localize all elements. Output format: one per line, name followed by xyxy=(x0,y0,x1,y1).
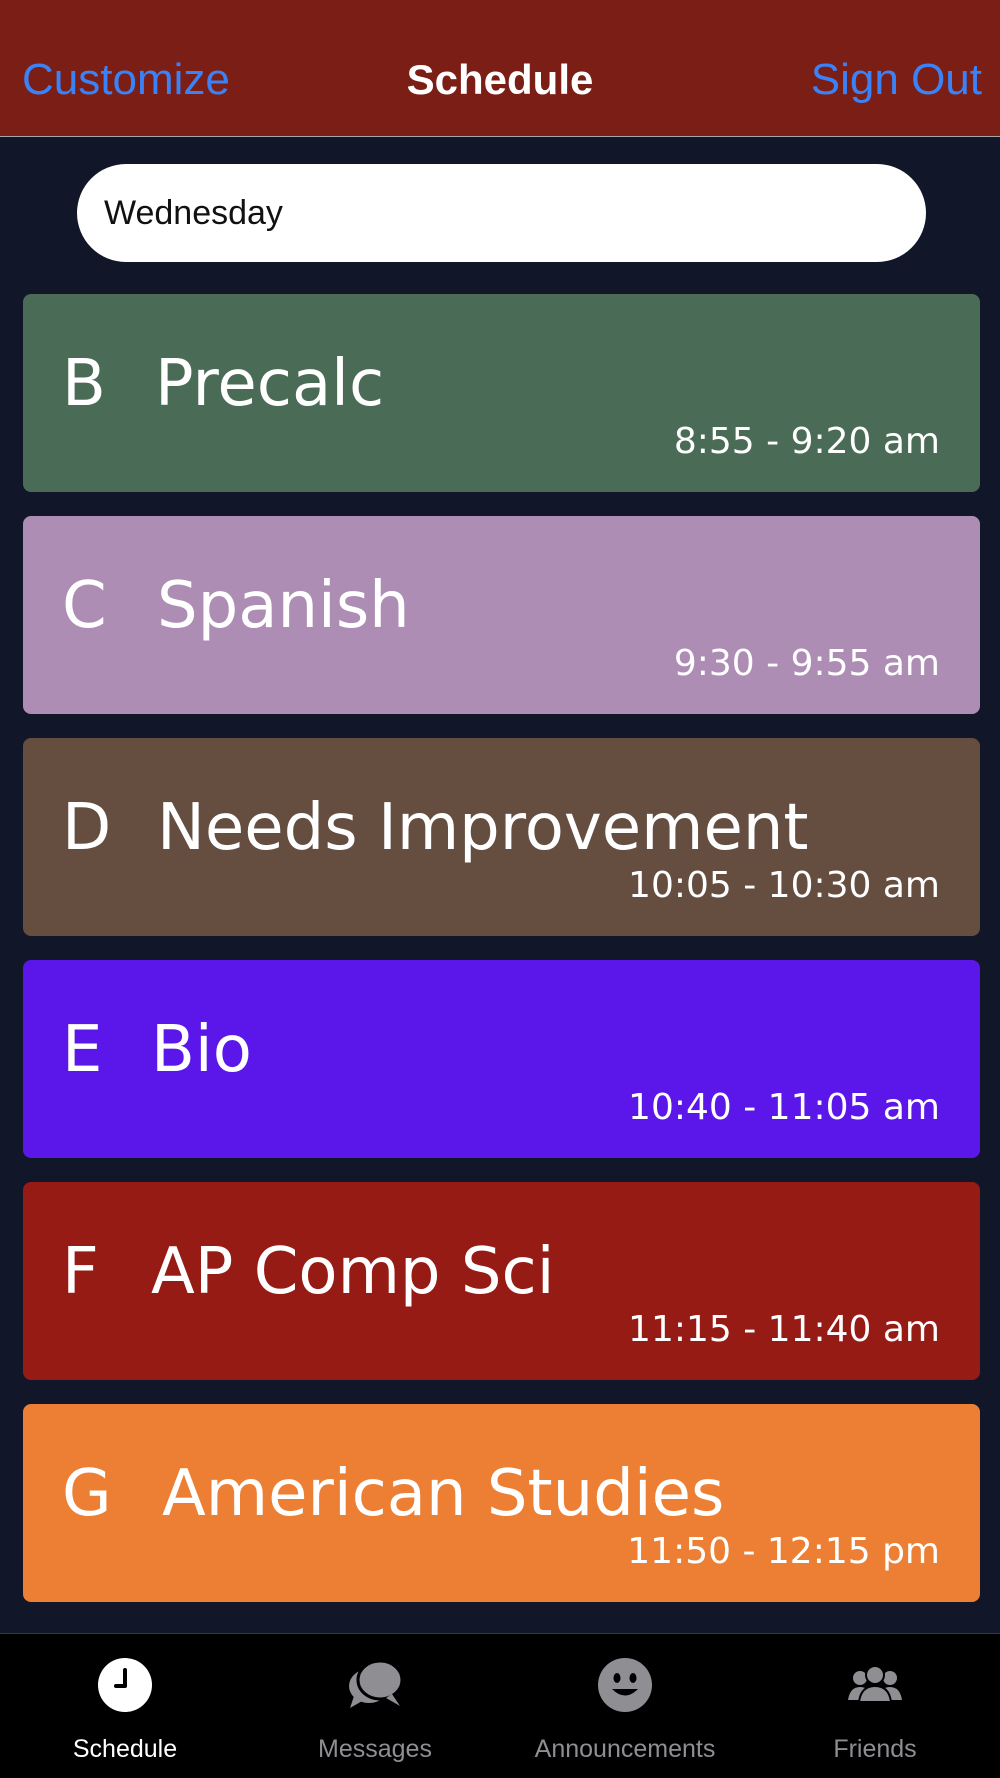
nav-header: Customize Schedule Sign Out xyxy=(0,0,1000,137)
tab-messages[interactable]: Messages xyxy=(250,1634,500,1778)
class-time: 10:05 - 10:30 am xyxy=(628,865,940,906)
class-time: 10:40 - 11:05 am xyxy=(628,1087,940,1128)
class-card-b[interactable]: B Precalc 8:55 - 9:20 am xyxy=(23,294,980,492)
day-selector-value: Wednesday xyxy=(104,193,283,232)
class-name: Needs Improvement xyxy=(157,791,809,865)
class-block-letter: G xyxy=(62,1457,112,1531)
class-time: 11:15 - 11:40 am xyxy=(628,1309,940,1350)
class-card-c[interactable]: C Spanish 9:30 - 9:55 am xyxy=(23,516,980,714)
class-card-d[interactable]: D Needs Improvement 10:05 - 10:30 am xyxy=(23,738,980,936)
class-name: American Studies xyxy=(162,1457,725,1531)
class-block-letter: B xyxy=(62,347,106,421)
schedule-screen: Customize Schedule Sign Out Wednesday B … xyxy=(0,0,1000,1778)
tab-label: Friends xyxy=(833,1735,917,1763)
class-time: 9:30 - 9:55 am xyxy=(673,643,940,684)
sign-out-button[interactable]: Sign Out xyxy=(811,52,982,108)
tab-schedule[interactable]: Schedule xyxy=(0,1634,250,1778)
tab-bar: Schedule Messages Announcements Friends xyxy=(0,1633,1000,1778)
tab-friends[interactable]: Friends xyxy=(750,1634,1000,1778)
class-block-letter: F xyxy=(62,1235,99,1309)
class-name: Bio xyxy=(151,1013,252,1087)
class-time: 11:50 - 12:15 pm xyxy=(627,1531,940,1572)
clock-icon xyxy=(98,1658,152,1712)
tab-label: Messages xyxy=(318,1735,432,1763)
people-icon xyxy=(848,1665,902,1703)
day-selector[interactable]: Wednesday xyxy=(77,164,926,262)
class-block-letter: E xyxy=(62,1013,103,1087)
class-name: AP Comp Sci xyxy=(151,1235,555,1309)
smiley-face-icon xyxy=(598,1658,652,1712)
class-block-letter: D xyxy=(62,791,112,865)
chat-bubbles-icon xyxy=(349,1659,404,1708)
class-card-f[interactable]: F AP Comp Sci 11:15 - 11:40 am xyxy=(23,1182,980,1380)
tab-label: Schedule xyxy=(72,1735,178,1763)
tab-announcements[interactable]: Announcements xyxy=(500,1634,750,1778)
class-card-g[interactable]: G American Studies 11:50 - 12:15 pm xyxy=(23,1404,980,1602)
class-name: Precalc xyxy=(155,347,385,421)
class-time: 8:55 - 9:20 am xyxy=(673,421,940,462)
class-block-letter: C xyxy=(62,569,107,643)
tab-label: Announcements xyxy=(534,1735,716,1763)
class-card-e[interactable]: E Bio 10:40 - 11:05 am xyxy=(23,960,980,1158)
class-name: Spanish xyxy=(157,569,410,643)
